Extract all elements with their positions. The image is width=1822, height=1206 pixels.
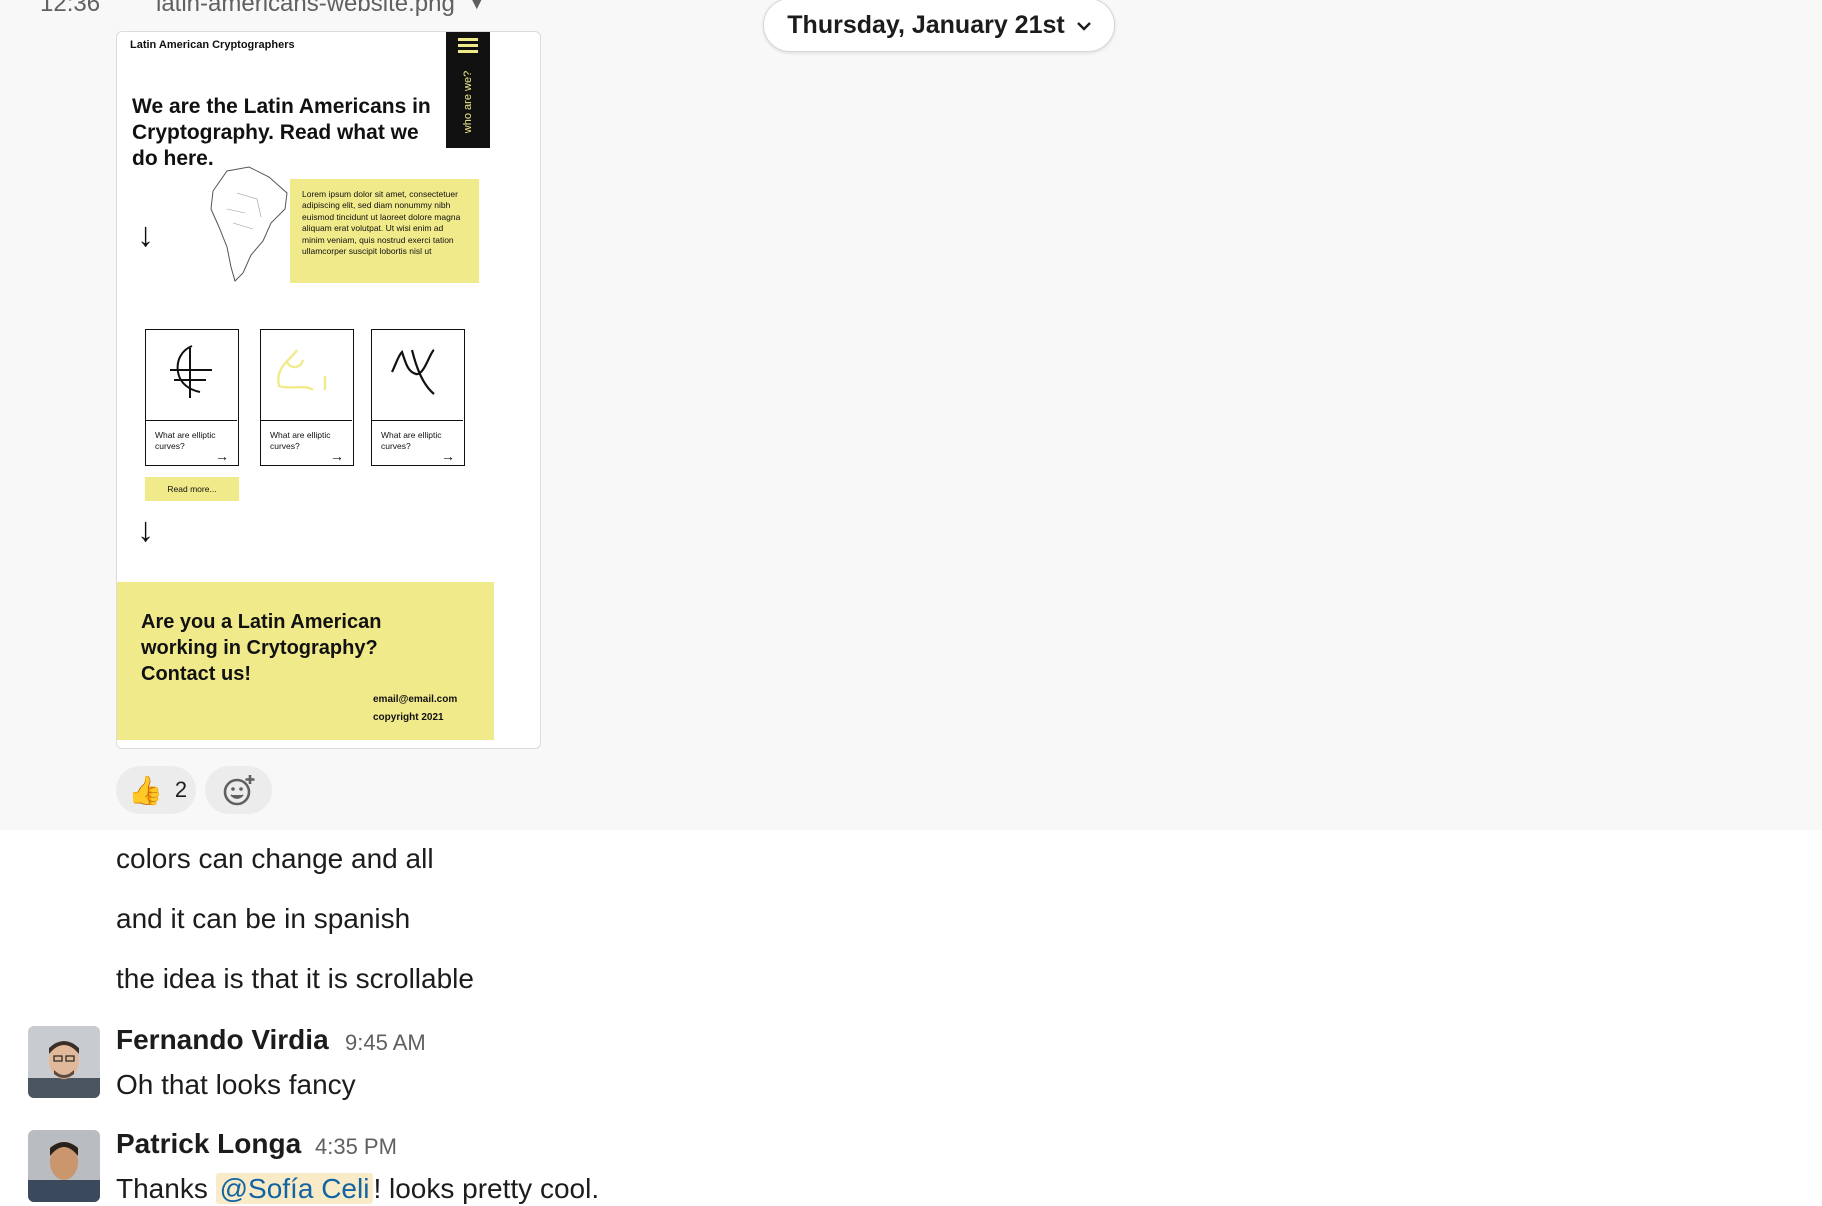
preview-card: What are elliptic curves? → [371, 329, 465, 466]
preview-card: What are elliptic curves? → [145, 329, 239, 466]
preview-side-menu: who are we? [446, 32, 490, 148]
reaction-count: 2 [174, 777, 188, 802]
preview-card: What are elliptic curves? → [260, 329, 354, 466]
avatar[interactable] [28, 1130, 100, 1202]
elliptic-curve-glyph-icon [261, 330, 352, 421]
date-divider-button[interactable]: Thursday, January 21st [763, 0, 1115, 52]
message-time[interactable]: 4:35 PM [315, 1134, 397, 1160]
preview-hero-text: We are the Latin Americans in Cryptograp… [132, 95, 431, 170]
message-text: Oh that looks fancy [116, 1069, 356, 1100]
sender-name[interactable]: Fernando Virdia [116, 1024, 329, 1056]
hamburger-icon [458, 38, 478, 56]
arrow-right-icon: → [215, 448, 229, 464]
preview-contact-heading: Are you a Latin American working in Cryt… [141, 611, 382, 685]
message-text: the idea is that it is scrollable [116, 963, 474, 994]
elliptic-curve-glyph-icon [146, 330, 237, 421]
message-timestamp[interactable]: 12:36 [40, 0, 116, 18]
preview-lorem-box: Lorem ipsum dolor sit amet, consectetuer… [290, 179, 479, 283]
preview-contact-section: Are you a Latin American working in Cryt… [117, 582, 494, 740]
message-text: and it can be in spanish [116, 903, 411, 934]
south-america-map-icon [210, 166, 288, 282]
arrow-right-icon: → [441, 448, 455, 464]
message-time[interactable]: 9:45 AM [345, 1030, 426, 1056]
elliptic-curve-glyph-icon [372, 330, 463, 421]
message-text: Thanks @Sofía Celi! looks pretty cool. [116, 1173, 599, 1205]
sender-name[interactable]: Patrick Longa [116, 1128, 301, 1160]
thumbs-up-icon: 👍 [128, 774, 163, 806]
image-preview[interactable]: Latin American Cryptographers who are we… [116, 31, 541, 749]
thumbs-up-reaction[interactable]: 👍 2 [116, 766, 196, 814]
arrow-right-icon: → [330, 448, 344, 464]
message-text-part: Thanks [116, 1173, 216, 1204]
file-header: 12:36 latin-americans-website.png ▼ [40, 0, 485, 17]
chevron-down-icon [1076, 15, 1091, 36]
add-reaction-icon [223, 775, 254, 806]
add-reaction-button[interactable] [205, 766, 272, 814]
message-text: colors can change and all [116, 843, 434, 874]
preview-copyright: copyright 2021 [373, 712, 444, 723]
caret-down-icon[interactable]: ▼ [469, 0, 485, 13]
preview-side-label: who are we? [462, 70, 474, 134]
date-label: Thursday, January 21st [787, 10, 1065, 39]
preview-brand: Latin American Cryptographers [130, 39, 295, 51]
avatar[interactable] [28, 1026, 100, 1098]
file-name[interactable]: latin-americans-website.png [156, 0, 455, 17]
arrow-down-icon: ↓ [137, 511, 154, 549]
preview-email: email@email.com [373, 694, 458, 705]
preview-read-more: Read more... [145, 477, 239, 501]
user-mention[interactable]: @Sofía Celi [215, 1173, 374, 1204]
message-text-part: ! looks pretty cool. [373, 1173, 600, 1204]
arrow-down-icon: ↓ [137, 216, 154, 254]
